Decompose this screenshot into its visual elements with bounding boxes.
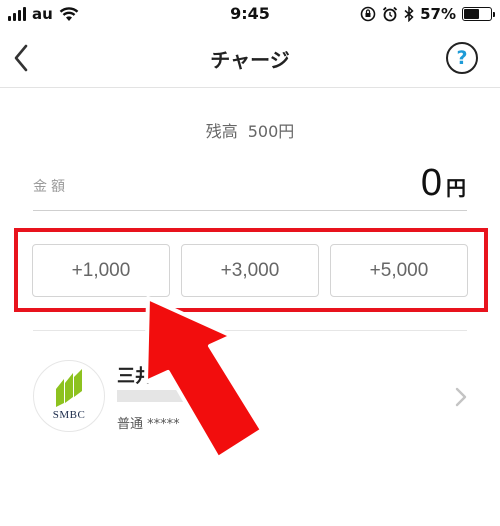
battery-icon <box>462 7 495 21</box>
red-arrow-icon <box>144 296 264 460</box>
battery-level <box>464 9 479 19</box>
alarm-icon <box>382 6 398 22</box>
amount-underline <box>33 210 467 211</box>
balance-value: 500円 <box>247 122 295 141</box>
amount-unit: 円 <box>446 176 466 200</box>
page-title: チャージ <box>210 48 290 72</box>
balance-label: 残高 <box>205 122 238 141</box>
status-right: 57% <box>360 5 495 23</box>
battery-percent: 57% <box>420 5 456 23</box>
rotation-lock-icon <box>360 6 376 22</box>
bluetooth-icon <box>404 6 414 22</box>
smbc-leaf-icon <box>56 369 82 407</box>
amount-value: 0 <box>420 162 442 204</box>
amount-field[interactable]: 0 円 <box>421 162 466 205</box>
amount-label: 金額 <box>33 179 69 195</box>
add-5000-button[interactable]: +5,000 <box>330 244 468 297</box>
bank-logo-text: SMBC <box>52 409 86 421</box>
chevron-right-icon <box>455 387 467 407</box>
status-bar: au 9:45 57% <box>0 0 500 30</box>
bank-logo: SMBC <box>33 360 105 432</box>
help-button[interactable]: ? <box>446 42 478 74</box>
balance-row: 残高 500円 <box>0 118 500 142</box>
nav-bar: チャージ ? <box>0 30 500 88</box>
